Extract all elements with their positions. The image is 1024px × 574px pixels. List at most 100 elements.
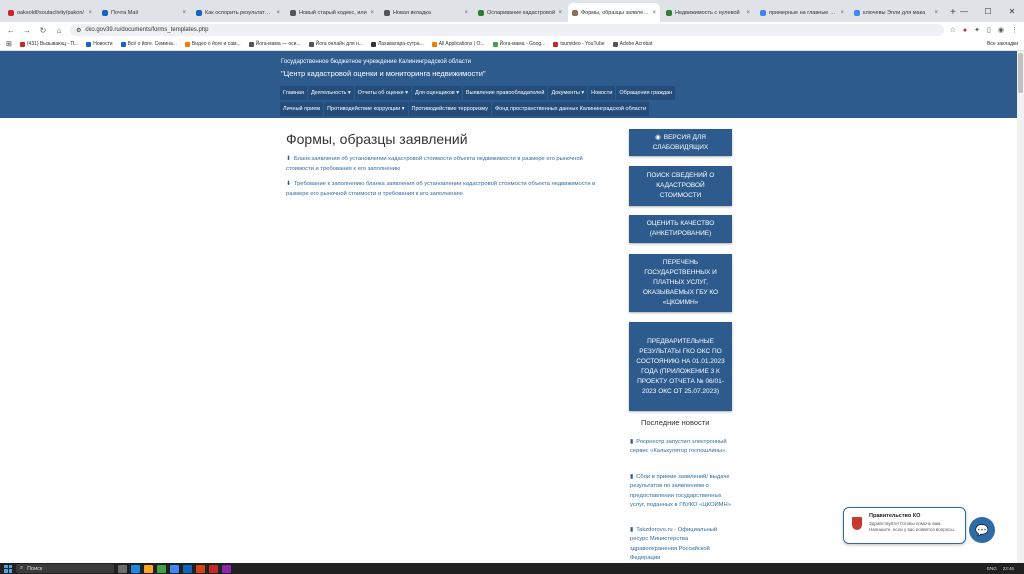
bookmark-item[interactable]: (431) Вызывающ - П... xyxy=(19,41,78,47)
nav-menu-item[interactable]: Фонд пространственных данных Калининград… xyxy=(492,102,650,116)
task-view-icon[interactable] xyxy=(118,564,127,573)
nav-menu-item[interactable]: Деятельность ▾ xyxy=(307,86,354,100)
chat-open-button[interactable]: 💬 xyxy=(969,517,995,543)
excel-icon[interactable] xyxy=(157,564,166,573)
edge-icon[interactable] xyxy=(131,564,140,573)
bookmark-item[interactable]: Adobe Acrobat xyxy=(612,41,652,47)
services-list-button[interactable]: ПЕРЕЧЕНЬ ГОСУДАРСТВЕННЫХ И ПЛАТНЫХ УСЛУГ… xyxy=(629,254,732,312)
acrobat-icon[interactable] xyxy=(209,564,218,573)
bookmark-item[interactable]: Новости xyxy=(86,41,113,47)
extension-icon[interactable]: ● xyxy=(963,27,967,34)
browser-tab[interactable]: Почта Mail × xyxy=(98,3,190,22)
tab-close-icon[interactable]: × xyxy=(934,10,938,16)
browser-tab[interactable]: oaksoldf/soutaclivity/pakon/ × xyxy=(4,3,96,22)
home-icon[interactable]: ⌂ xyxy=(54,26,64,35)
browser-tab[interactable]: ключевы Элли для мака × xyxy=(850,3,942,22)
minimize-icon[interactable]: — xyxy=(952,0,976,22)
tab-close-icon[interactable]: × xyxy=(558,10,562,16)
bookmark-label: Лахаватара-сутра... xyxy=(377,41,424,47)
news-item[interactable]: ▮ Росреестр запустил электронный сервис «… xyxy=(630,438,734,457)
nav-menu-item[interactable]: Отчеты об оценке ▾ xyxy=(354,86,411,100)
windows-start-icon[interactable] xyxy=(4,564,12,573)
bookmark-favicon-icon xyxy=(553,41,559,47)
tab-close-icon[interactable]: × xyxy=(182,10,186,16)
quality-survey-button[interactable]: ОЦЕНИТЬ КАЧЕСТВО (АНКЕТИРОВАНИЕ) xyxy=(629,215,732,243)
news-item[interactable]: ▮ Сбои в приеме заявлений/ выдаче результ… xyxy=(630,473,734,510)
org-title[interactable]: "Центр кадастровой оценки и мониторинга … xyxy=(281,69,486,78)
nav-menu-item[interactable]: Противодействие терроризму xyxy=(408,102,491,116)
tab-close-icon[interactable]: × xyxy=(370,10,374,16)
bookmark-item[interactable]: Видео о йоге и сам... xyxy=(184,41,241,47)
nav-menu-item[interactable]: Выявление правообладателей xyxy=(463,86,548,100)
apps-icon[interactable]: ⊞ xyxy=(6,40,12,48)
browser-tab[interactable]: Новый старый кодекс, или × xyxy=(286,3,378,22)
cadastral-search-button[interactable]: ПОИСК СВЕДЕНИЙ О КАДАСТРОВОЙ СТОИМОСТИ xyxy=(629,166,732,206)
bookmark-item[interactable]: Йога-мама - Goog... xyxy=(492,41,545,47)
word-icon[interactable] xyxy=(183,564,192,573)
browser-tab[interactable]: Формы, образцы заявлений × xyxy=(568,3,660,22)
all-bookmarks-link[interactable]: Все закладки xyxy=(987,41,1018,47)
nav-menu-item[interactable]: Противодействие коррупции ▾ xyxy=(324,102,408,116)
tab-favicon-icon xyxy=(760,9,766,16)
tab-close-icon[interactable]: × xyxy=(276,10,280,16)
lang-indicator[interactable]: ENG xyxy=(987,566,997,571)
clock[interactable]: 22:46 xyxy=(1003,566,1014,571)
chat-message: Здравствуйте! Готовы помочь вам. Напишит… xyxy=(869,521,955,532)
browser-tab[interactable]: Как оспорить результаты кад × xyxy=(192,3,284,22)
bookmark-item[interactable]: Йога онлайн для н... xyxy=(308,41,363,47)
tab-close-icon[interactable]: × xyxy=(746,10,750,16)
nav-menu-item[interactable]: Главная xyxy=(280,86,307,100)
page-scrollbar[interactable] xyxy=(1017,51,1024,563)
services-list-label: ПЕРЕЧЕНЬ ГОСУДАРСТВЕННЫХ И ПЛАТНЫХ УСЛУГ… xyxy=(642,259,719,306)
scrollbar-thumb[interactable] xyxy=(1018,53,1023,93)
tab-close-icon[interactable]: × xyxy=(840,10,844,16)
browser-tab[interactable]: Новая вкладка × xyxy=(380,3,472,22)
nav-menu-item[interactable]: Для оценщиков ▾ xyxy=(411,86,463,100)
back-icon[interactable]: ← xyxy=(6,26,16,35)
document-link[interactable]: ⬇ Требование к заполнению бланка заявлени… xyxy=(286,179,604,199)
browser-tab[interactable]: Недвижимость с нулевой × xyxy=(662,3,754,22)
bookmark-item[interactable]: Лахаватара-сутра... xyxy=(370,41,424,47)
tab-close-icon[interactable]: × xyxy=(88,10,92,16)
tab-close-icon[interactable]: × xyxy=(464,10,468,16)
close-icon[interactable]: ✕ xyxy=(1000,0,1024,22)
tab-close-icon[interactable]: × xyxy=(652,10,656,16)
app-icon[interactable] xyxy=(222,564,231,573)
forward-icon[interactable]: → xyxy=(22,26,32,35)
bookmark-label: Йога онлайн для н... xyxy=(315,41,363,47)
document-link[interactable]: ⬇ Бланк заявления об установлении кадастр… xyxy=(286,154,604,174)
sidepanel-icon[interactable]: ▯ xyxy=(987,26,991,34)
bookmark-item[interactable]: Йога-мама — оси... xyxy=(248,41,301,47)
browser-tab[interactable]: примерные на главные что × xyxy=(756,3,848,22)
browser-tab[interactable]: Оспаривание кадастровой × xyxy=(474,3,566,22)
news-item-label: Takzdorovo.ru - Официальный ресурс Минис… xyxy=(630,527,718,561)
nav-menu-item[interactable]: Личный прием xyxy=(280,102,324,116)
search-icon: ⌕ xyxy=(20,565,24,571)
puzzle-icon[interactable]: ✦ xyxy=(974,26,980,34)
nav-menu-item[interactable]: Обращения граждан xyxy=(616,86,676,100)
site-info-icon[interactable]: ⚙ xyxy=(76,27,81,34)
preliminary-results-label: ПРЕДВАРИТЕЛЬНЫЕ РЕЗУЛЬТАТЫ ГКО ОКС ПО СО… xyxy=(636,337,725,395)
bookmark-item[interactable]: tsumideo - YouTube xyxy=(553,41,605,47)
tab-label: Формы, образцы заявлений xyxy=(581,9,650,16)
bookmark-item[interactable]: All Applications | О... xyxy=(431,41,485,47)
browser-tab-bar: oaksoldf/soutaclivity/pakon/ × Почта Mail ×… xyxy=(0,0,1024,22)
url-input[interactable]: ⚙ cko.gov39.ru/documents/forms_templates… xyxy=(70,24,944,36)
accessibility-version-button[interactable]: ◉ ВЕРСИЯ ДЛЯ СЛАБОВИДЯЩИХ xyxy=(629,129,732,156)
chat-popup[interactable]: Правительство КО Здравствуйте! Готовы по… xyxy=(843,507,966,544)
taskbar-search[interactable]: ⌕ Поиск xyxy=(16,564,114,573)
news-item[interactable]: ▮ Takzdorovo.ru - Официальный ресурс Мини… xyxy=(630,526,734,563)
nav-menu-item[interactable]: Документы ▾ xyxy=(548,86,588,100)
star-icon[interactable]: ☆ xyxy=(950,26,956,34)
tab-favicon-icon xyxy=(290,9,296,16)
bookmark-item[interactable]: Всё о йоге. Семина... xyxy=(120,41,177,47)
maximize-icon[interactable]: ☐ xyxy=(976,0,1000,22)
explorer-icon[interactable] xyxy=(144,564,153,573)
powerpoint-icon[interactable] xyxy=(196,564,205,573)
reload-icon[interactable]: ↻ xyxy=(38,26,48,35)
profile-icon[interactable]: ◉ xyxy=(998,26,1004,34)
menu-icon[interactable]: ⋮ xyxy=(1011,26,1018,34)
chrome-icon[interactable] xyxy=(170,564,179,573)
nav-menu-item[interactable]: Новости xyxy=(588,86,616,100)
preliminary-results-button[interactable]: ПРЕДВАРИТЕЛЬНЫЕ РЕЗУЛЬТАТЫ ГКО ОКС ПО СО… xyxy=(629,322,732,411)
